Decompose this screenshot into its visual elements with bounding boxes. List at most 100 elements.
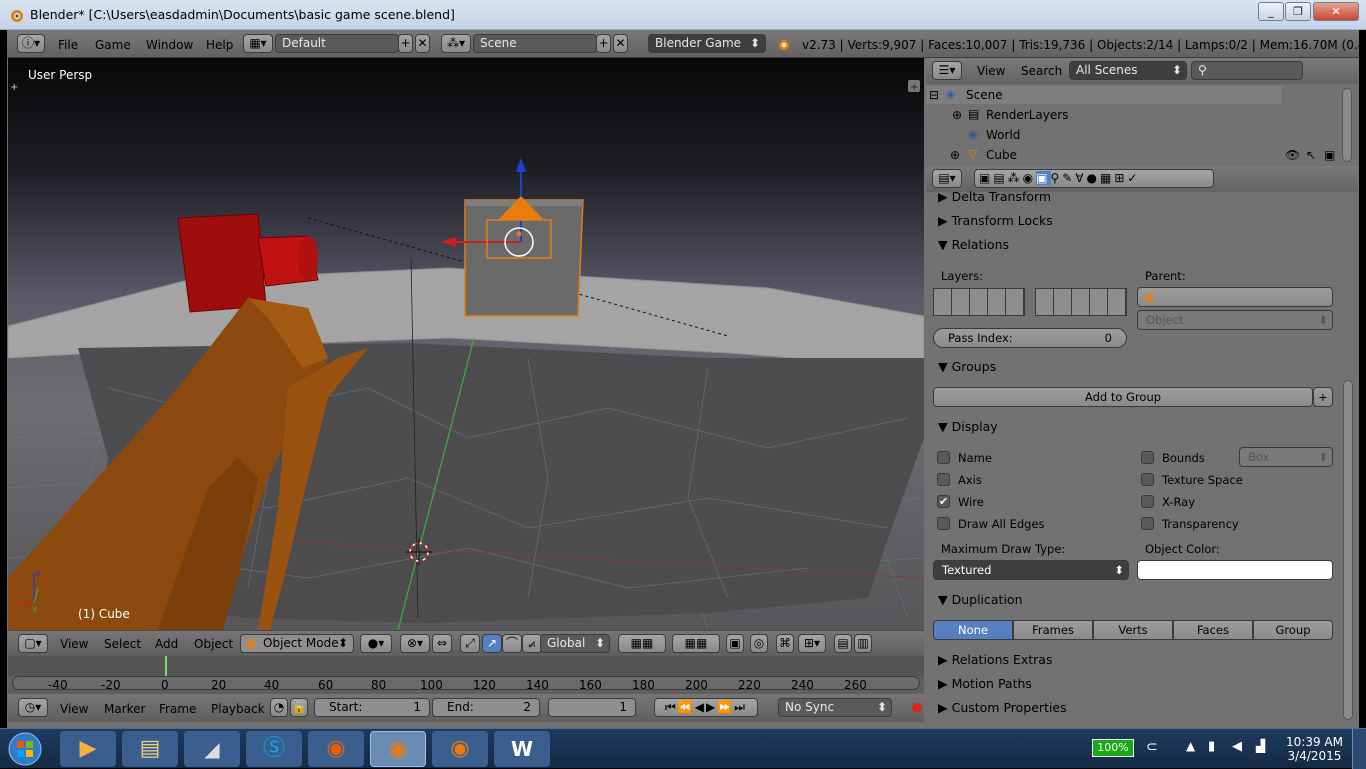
viewport-menu-add[interactable]: Add [155, 637, 178, 651]
media-player-icon[interactable]: ▶ [60, 731, 116, 767]
close-button[interactable]: ✕ [1313, 2, 1359, 21]
viewport-menu-object[interactable]: Object [194, 637, 233, 651]
axis-checkbox[interactable] [937, 473, 950, 486]
add-to-group-button[interactable]: Add to Group [933, 387, 1313, 407]
record-button[interactable] [912, 703, 922, 713]
outliner-expand-icon[interactable]: ⊕ [952, 108, 962, 122]
timeline-editor-type-icon[interactable]: ◷▾ [18, 698, 48, 717]
outliner-item-renderlayers[interactable]: RenderLayers [986, 108, 1068, 122]
word-icon[interactable]: W [494, 731, 550, 767]
volume-icon[interactable]: ◀ [1232, 739, 1242, 754]
pass-index-field[interactable]: Pass Index: 0 [933, 328, 1127, 348]
outliner-menu-view[interactable]: View [977, 64, 1005, 78]
mode-select[interactable]: ▣ Object Mode ⬍ [240, 634, 354, 653]
current-frame-marker[interactable] [165, 656, 167, 676]
dup-none-button[interactable]: None [933, 620, 1013, 640]
screen-layout-field[interactable]: Default [275, 34, 399, 53]
texture-space-checkbox[interactable] [1141, 473, 1154, 486]
lock-layers-icon[interactable]: ▣ [726, 634, 744, 653]
proportional-edit-icon[interactable]: ◎ [750, 634, 768, 653]
properties-scrollbar[interactable] [1343, 380, 1353, 720]
panel-delta-transform[interactable]: ▶ Delta Transform [938, 189, 1051, 204]
screen-layout-icon[interactable]: ▦▾ [243, 34, 273, 53]
parent-field[interactable]: ▣ [1137, 287, 1333, 307]
timeline-track[interactable] [8, 656, 924, 676]
outliner-search-input[interactable]: ⚲ [1191, 61, 1303, 80]
bounds-checkbox[interactable] [1141, 451, 1154, 464]
system-clock[interactable]: 10:39 AM 3/4/2015 [1286, 735, 1343, 763]
start-button-icon[interactable] [6, 731, 44, 767]
rotate-manipulator-icon[interactable]: ↗ [482, 634, 502, 653]
firefox-icon[interactable]: ◉ [308, 731, 364, 767]
network-icon[interactable]: ▮ [1208, 739, 1215, 754]
signal-icon[interactable]: ▟ [1256, 739, 1265, 753]
power-plug-icon[interactable]: ⊂ [1146, 739, 1158, 755]
viewport-menu-select[interactable]: Select [104, 637, 141, 651]
render-engine-select[interactable]: Blender Game ⬍ [648, 34, 766, 53]
draw-all-edges-checkbox[interactable] [937, 517, 950, 530]
properties-tabs[interactable]: ▣▤⁂◉▣⚲✎∀●▦⊞✓ [974, 169, 1214, 188]
menu-window[interactable]: Window [146, 38, 193, 52]
outliner-item-cube[interactable]: Cube [986, 148, 1017, 162]
timeline-menu-playback[interactable]: Playback [211, 702, 265, 716]
panel-groups[interactable]: ▼ Groups [938, 359, 996, 374]
scene-layers-a[interactable]: ▦▦ [618, 634, 666, 653]
show-desktop-button[interactable] [1352, 729, 1366, 769]
dup-verts-button[interactable]: Verts [1093, 620, 1173, 640]
outliner-item-scene[interactable]: Scene [966, 88, 1003, 102]
snap-element-icon[interactable]: ⊞▾ [798, 634, 826, 653]
skype-icon[interactable]: Ⓢ [246, 731, 302, 767]
panel-display[interactable]: ▼ Display [938, 419, 998, 434]
viewport-editor-type-icon[interactable]: ▢▾ [18, 634, 48, 653]
scene-layers-b[interactable]: ▦▦ [672, 634, 720, 653]
show-hidden-icons[interactable]: ▲ [1186, 739, 1195, 753]
renderable-camera-icon[interactable]: ▣ [1324, 148, 1335, 162]
end-frame-field[interactable]: End: 2 [432, 698, 540, 717]
remove-layout-icon[interactable]: ✕ [415, 34, 430, 53]
start-frame-field[interactable]: Start: 1 [314, 698, 430, 717]
object-layers-grid-a[interactable] [933, 288, 1025, 316]
panel-motion-paths[interactable]: ▶ Motion Paths [938, 676, 1032, 691]
xray-checkbox[interactable] [1141, 495, 1154, 508]
minimize-button[interactable]: _ [1258, 2, 1284, 21]
transparency-checkbox[interactable] [1141, 517, 1154, 530]
dup-group-button[interactable]: Group [1253, 620, 1333, 640]
scene-field[interactable]: Scene [473, 34, 597, 53]
timeline[interactable]: -40 -20 0 20 40 60 80 100 120 140 160 18… [8, 656, 924, 694]
add-group-plus-icon[interactable]: + [1313, 387, 1333, 407]
manipulator-icon[interactable]: ⦯ [522, 634, 542, 653]
outliner-expand-icon[interactable]: ⊕ [950, 148, 960, 162]
selectable-cursor-icon[interactable]: ↖ [1306, 148, 1316, 162]
parent-type-select[interactable]: Object ⬍ [1137, 310, 1333, 330]
render-image-icon[interactable]: ▤ [834, 634, 852, 653]
name-checkbox[interactable] [937, 451, 950, 464]
pivot-point-icon[interactable]: ⊗▾ [400, 634, 430, 653]
outliner-scrollbar[interactable] [1342, 88, 1352, 162]
menu-game[interactable]: Game [95, 38, 131, 52]
preview-range-icon[interactable]: ◔ [270, 698, 288, 717]
panel-transform-locks[interactable]: ▶ Transform Locks [938, 213, 1053, 228]
explorer-icon[interactable]: ▤ [122, 731, 178, 767]
remove-scene-icon[interactable]: ✕ [613, 34, 628, 53]
app-icon[interactable]: ◢ [184, 731, 240, 767]
render-anim-icon[interactable]: ▥ [854, 634, 872, 653]
maximize-button[interactable]: ❐ [1285, 2, 1311, 21]
timeline-menu-marker[interactable]: Marker [104, 702, 145, 716]
panel-relations-extras[interactable]: ▶ Relations Extras [938, 652, 1052, 667]
visibility-eye-icon[interactable]: 👁 [1285, 148, 1300, 162]
orientation-select[interactable]: Global ⬍ [540, 634, 610, 653]
menu-help[interactable]: Help [206, 38, 233, 52]
3d-viewport[interactable]: z y + + User Persp (1) Cube [8, 58, 924, 630]
timeline-scrollbar[interactable] [12, 676, 920, 690]
blender-taskbar-icon-active[interactable]: ◉ [370, 731, 426, 767]
panel-custom-properties[interactable]: ▶ Custom Properties [938, 700, 1067, 715]
lock-range-icon[interactable]: 🔒 [290, 698, 308, 717]
dup-faces-button[interactable]: Faces [1173, 620, 1253, 640]
current-frame-field[interactable]: 1 [548, 698, 636, 717]
shading-select-icon[interactable]: ●▾ [360, 634, 392, 653]
manipulator-toggle-icon[interactable]: ⇔ [432, 634, 452, 653]
viewport-menu-view[interactable]: View [60, 637, 88, 651]
menu-file[interactable]: File [58, 38, 78, 52]
panel-duplication[interactable]: ▼ Duplication [938, 592, 1023, 607]
blender-taskbar-icon[interactable]: ◉ [432, 731, 488, 767]
